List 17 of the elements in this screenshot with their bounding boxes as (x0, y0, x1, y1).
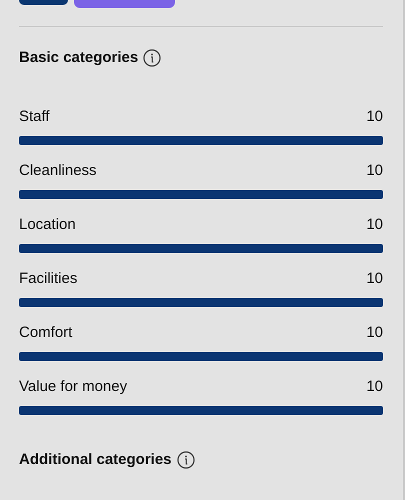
category-label: Value for money (19, 378, 128, 396)
category-score: 10 (366, 108, 383, 126)
category-score: 10 (366, 378, 383, 396)
section-title: Basic categories (19, 49, 138, 67)
info-icon[interactable] (143, 49, 162, 67)
info-icon[interactable] (176, 451, 195, 469)
category-label: Cleanliness (19, 162, 97, 180)
section-title: Additional categories (19, 451, 172, 469)
category-score: 10 (366, 324, 383, 342)
category-label: Facilities (19, 270, 78, 288)
category-score: 10 (366, 216, 383, 234)
category-label: Location (19, 216, 76, 234)
category-label: Staff (19, 108, 50, 126)
category-score: 10 (366, 270, 383, 288)
category-score: 10 (366, 162, 383, 180)
button[interactable] (19, 0, 68, 5)
category-label: Comfort (19, 324, 72, 342)
